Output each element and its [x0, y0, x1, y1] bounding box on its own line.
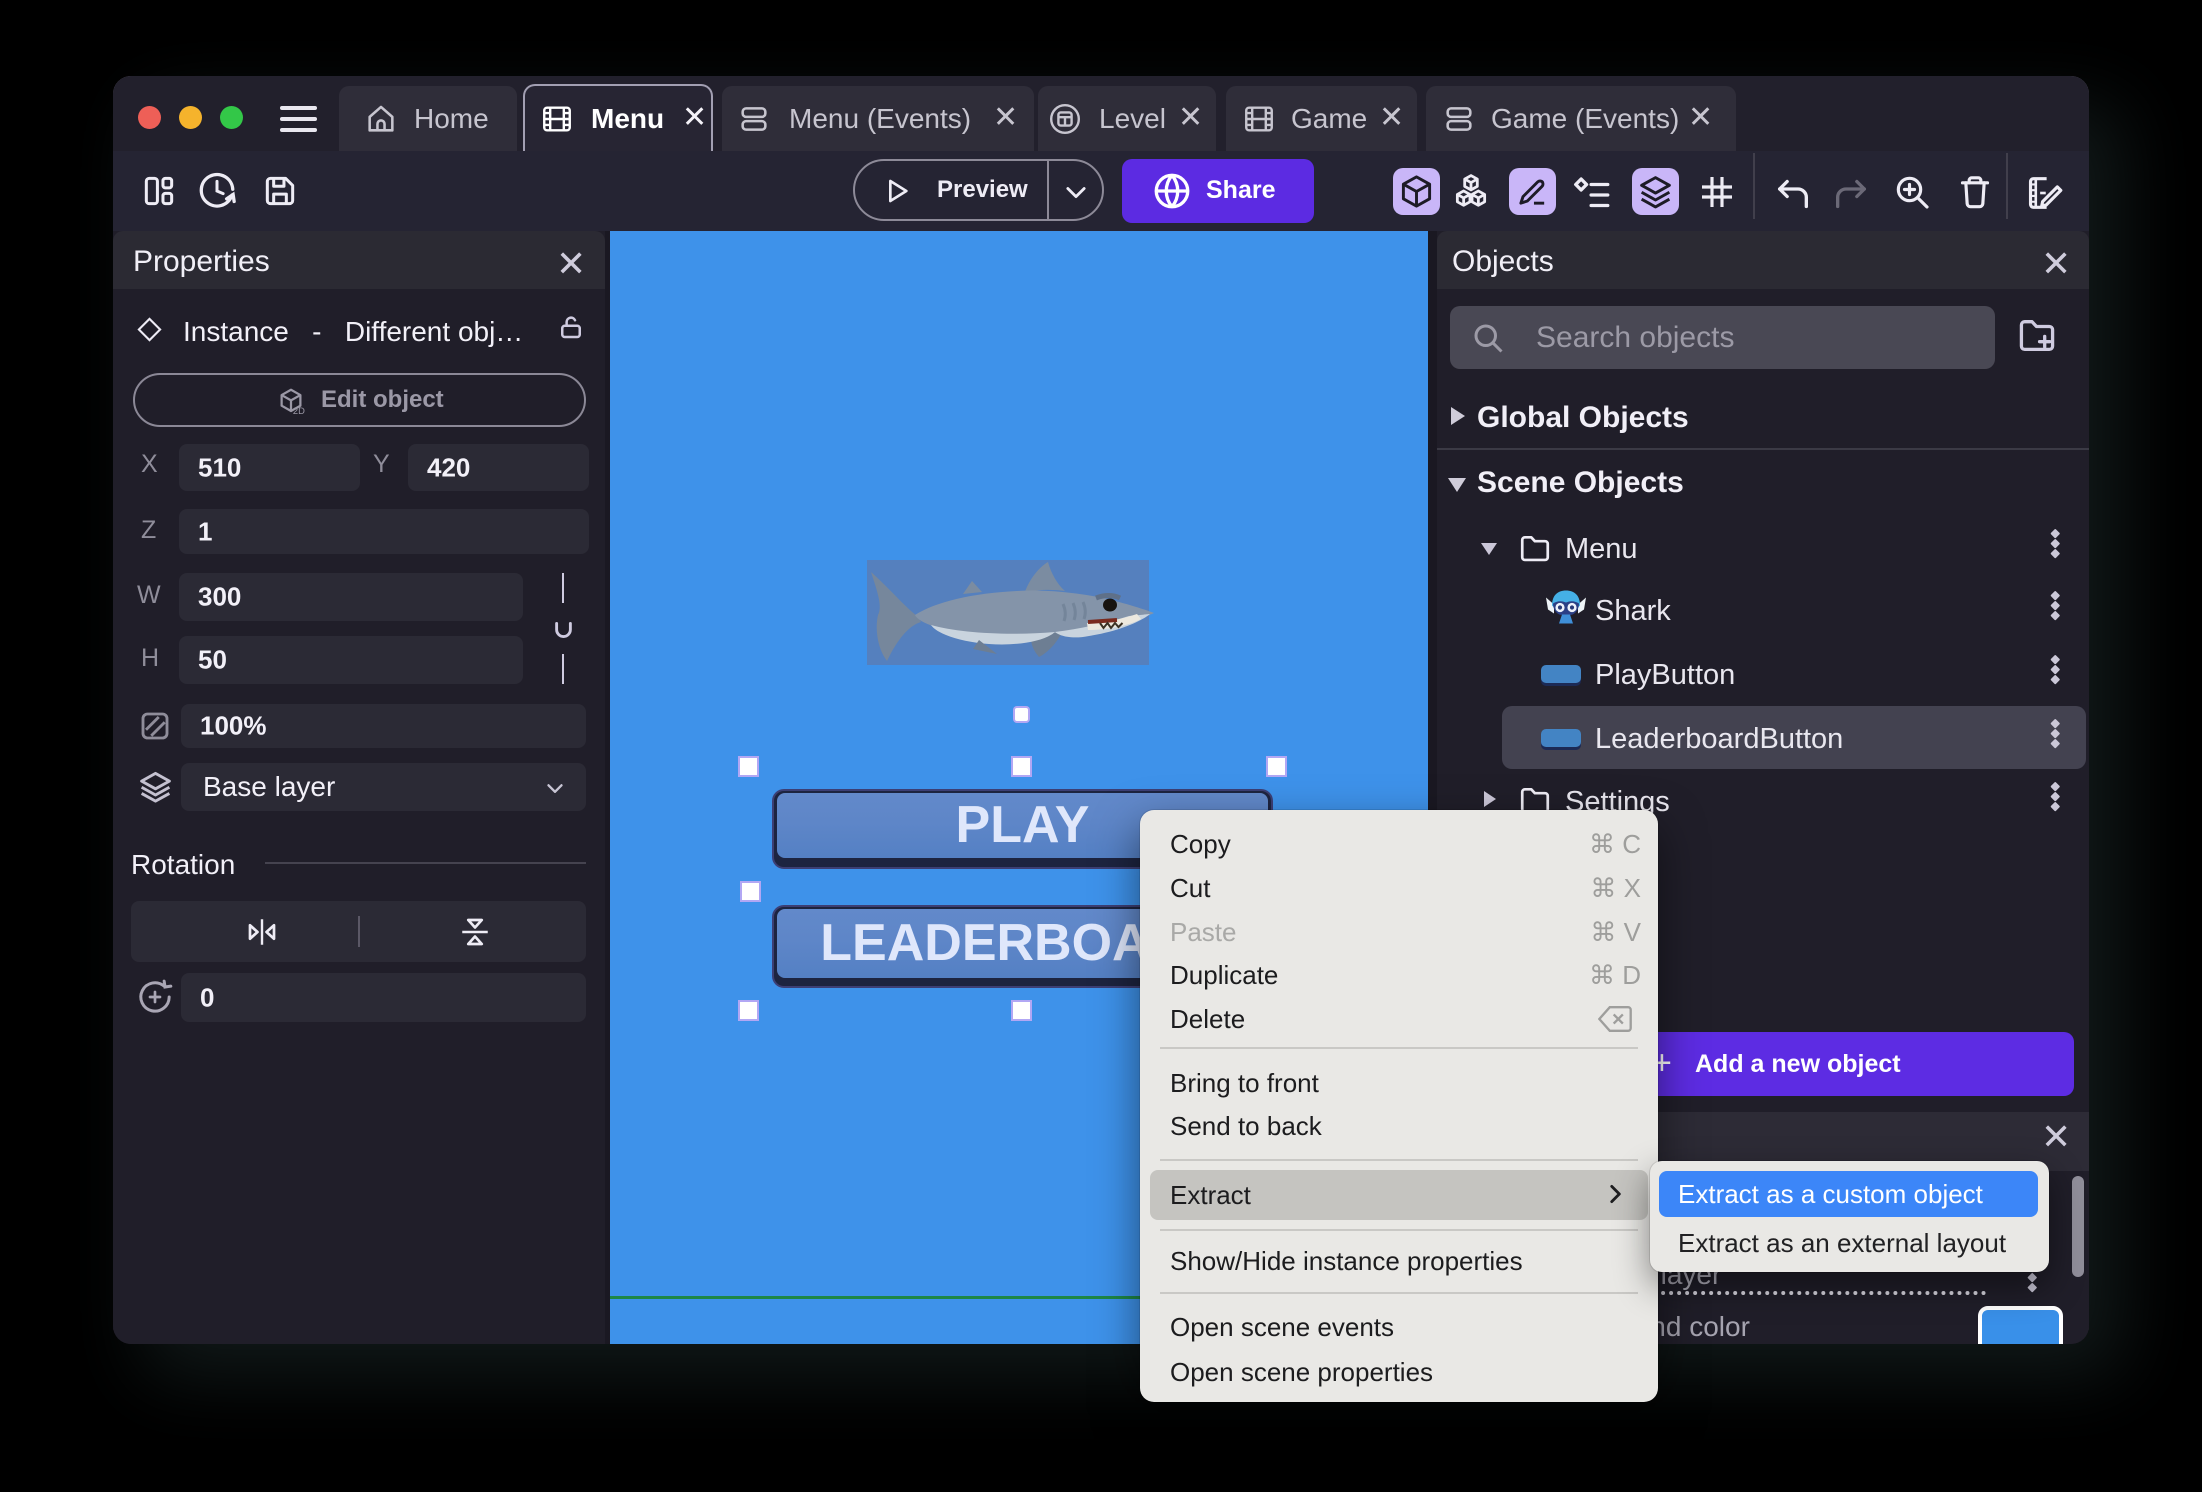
svg-text:2D: 2D [293, 406, 305, 416]
